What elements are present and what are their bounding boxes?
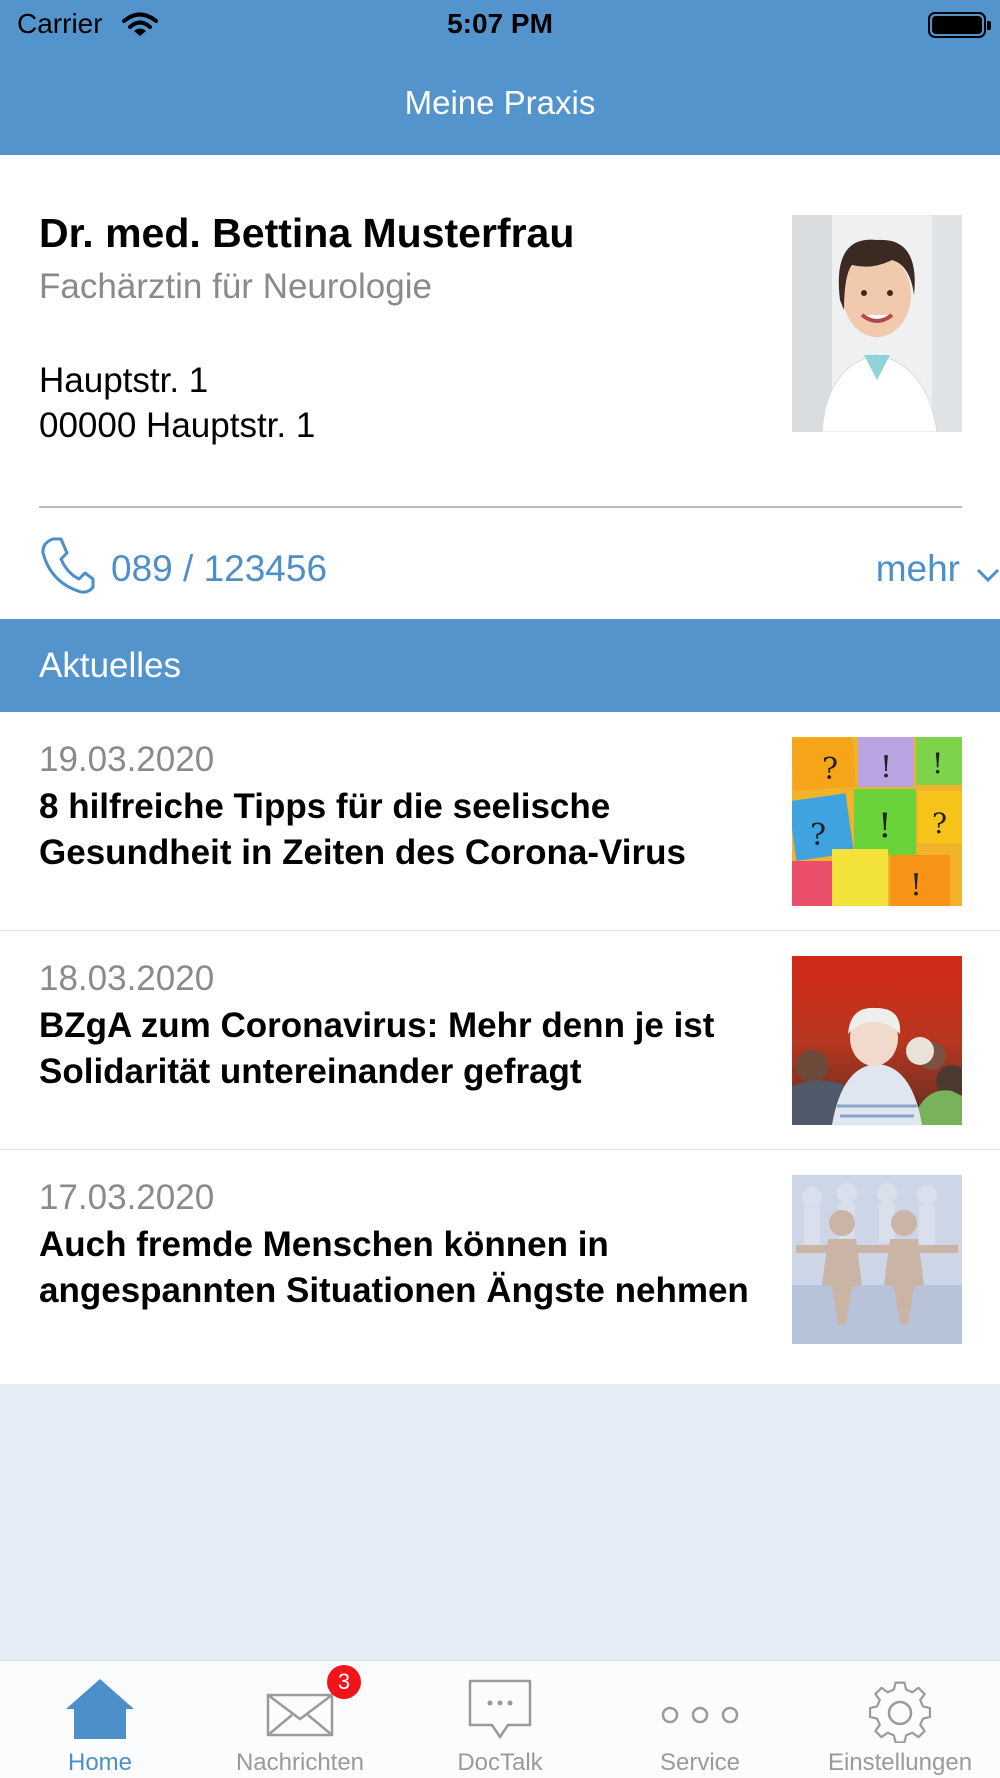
svg-text:!: ! [910,868,922,903]
more-button[interactable]: mehr [875,548,1000,590]
tab-label: Nachrichten [235,1749,365,1776]
tab-bar: Home 3 Nachrichten DocTalk Service Einst… [0,1660,1000,1778]
section-title: Aktuelles [39,646,182,685]
tab-home[interactable]: Home [0,1661,200,1778]
phone-icon[interactable] [39,535,95,600]
envelope-icon [200,1675,400,1743]
news-title: 8 hilfreiche Tipps für die seelische Ges… [39,787,686,872]
news-title: BZgA zum Coronavirus: Mehr denn je ist S… [39,1006,715,1091]
tab-label: Service [659,1749,741,1776]
svg-text:!: ! [880,750,892,785]
more-label: mehr [875,548,960,589]
chevron-down-icon [974,556,1000,601]
navigation-bar: Carrier 5:07 PM Meine Praxis [0,0,1000,155]
doctor-card: Dr. med. Bettina Musterfrau Fachärztin f… [0,155,1000,619]
svg-text:!: ! [932,747,943,780]
address-city: 00000 Hauptstr. 1 [39,406,316,445]
news-date: 19.03.2020 [39,740,215,779]
house-icon [0,1675,200,1743]
status-time: 5:07 PM [447,8,553,39]
news-list: 19.03.2020 8 hilfreiche Tipps für die se… [0,712,1000,1384]
dots-icon [600,1675,800,1743]
phone-row[interactable]: 089 / 123456 mehr [39,535,1000,605]
tab-nachrichten[interactable]: 3 Nachrichten [200,1661,400,1778]
doctor-photo [792,215,962,432]
chat-bubble-icon [400,1675,600,1743]
battery-icon [928,12,991,38]
phone-number-link[interactable]: 089 / 123456 [111,548,327,590]
doctor-specialty: Fachärztin für Neurologie [39,267,432,306]
unread-badge: 3 [327,1665,361,1699]
tab-label: Home [67,1749,133,1776]
svg-text:?: ? [810,818,826,853]
news-thumbnail [792,1175,962,1344]
doctor-name: Dr. med. Bettina Musterfrau [39,210,575,256]
news-thumbnail: ? ! ! ? ! ? ! [792,737,962,906]
section-header: Aktuelles [0,619,1000,712]
svg-text:?: ? [932,807,947,840]
gear-icon [800,1675,1000,1744]
news-thumbnail [792,956,962,1125]
news-title: Auch fremde Menschen können in angespann… [39,1225,749,1310]
svg-text:?: ? [822,752,838,787]
address-street: Hauptstr. 1 [39,361,209,400]
tab-service[interactable]: Service [600,1661,800,1778]
status-bar: Carrier 5:07 PM [0,0,1000,50]
news-item[interactable]: 17.03.2020 Auch fremde Menschen können i… [0,1150,1000,1384]
news-item[interactable]: 19.03.2020 8 hilfreiche Tipps für die se… [0,712,1000,931]
news-date: 17.03.2020 [39,1178,215,1217]
page-title: Meine Praxis [404,84,596,121]
tab-label: DocTalk [457,1749,543,1776]
tab-doctalk[interactable]: DocTalk [400,1661,600,1778]
news-date: 18.03.2020 [39,959,215,998]
news-item[interactable]: 18.03.2020 BZgA zum Coronavirus: Mehr de… [0,931,1000,1150]
svg-text:!: ! [878,806,892,846]
tab-label: Einstellungen [827,1749,973,1776]
divider [39,506,962,508]
tab-einstellungen[interactable]: Einstellungen [800,1661,1000,1778]
